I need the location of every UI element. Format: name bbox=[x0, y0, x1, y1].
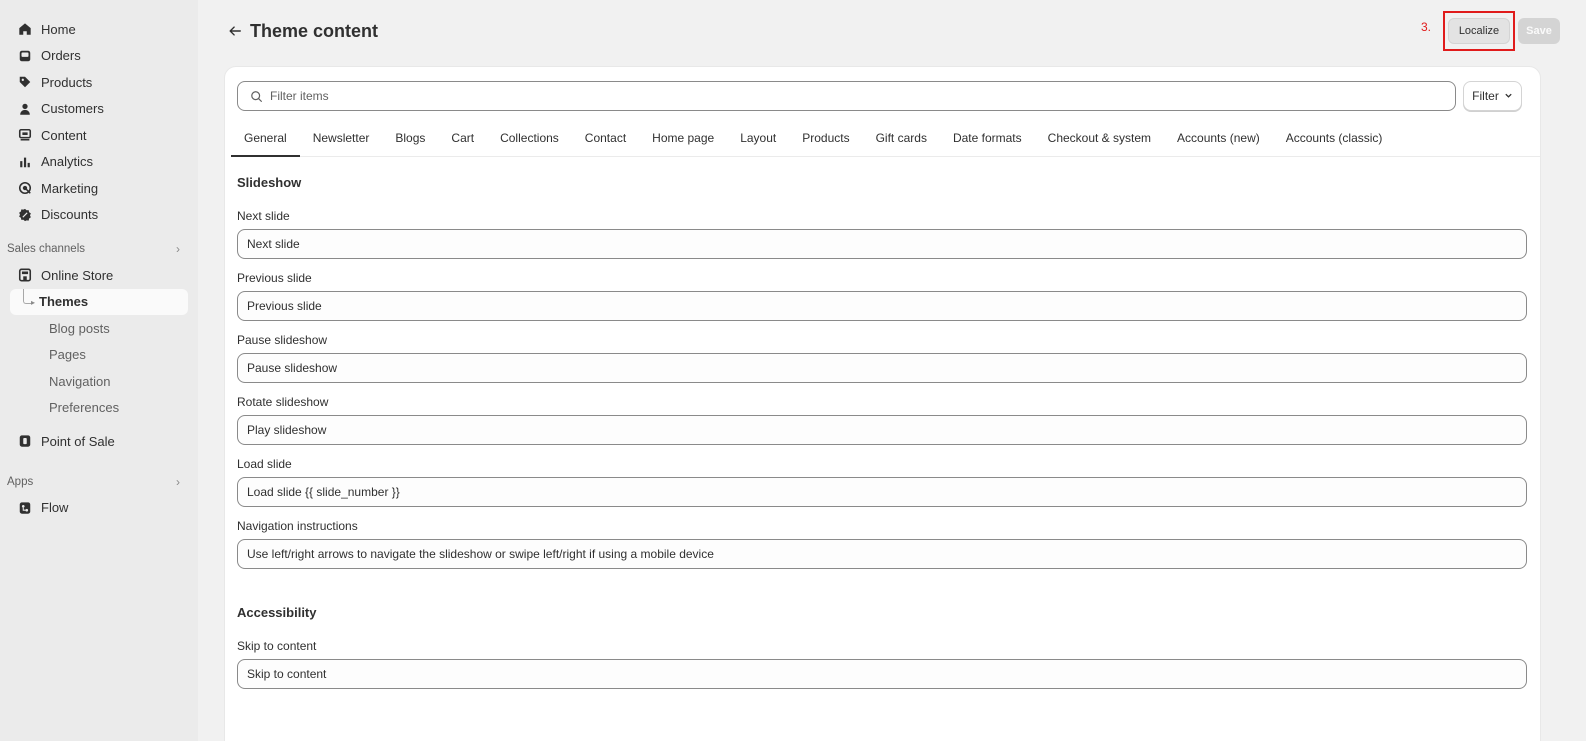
save-button[interactable]: Save bbox=[1518, 18, 1560, 44]
header-actions: 3. Localize Save bbox=[1421, 11, 1560, 51]
content-icon bbox=[18, 128, 32, 142]
field-label: Load slide bbox=[237, 457, 292, 471]
flow-icon bbox=[18, 501, 32, 515]
page-header: Theme content 3. Localize Save bbox=[226, 11, 1560, 51]
field-label: Previous slide bbox=[237, 271, 312, 285]
section-title-accessibility: Accessibility bbox=[237, 605, 317, 620]
sales-channels-label: Sales channels bbox=[7, 243, 85, 255]
sidebar-item-label: Flow bbox=[41, 500, 69, 516]
step-annotation: 3. bbox=[1420, 20, 1431, 34]
sidebar-item-customers[interactable]: Customers bbox=[0, 96, 188, 123]
tab-gift-cards[interactable]: Gift cards bbox=[863, 119, 940, 156]
field-label: Skip to content bbox=[237, 639, 317, 653]
sidebar-item-content[interactable]: Content bbox=[0, 122, 188, 149]
tab-blogs[interactable]: Blogs bbox=[382, 119, 438, 156]
sidebar-item-analytics[interactable]: Analytics bbox=[0, 149, 188, 176]
filter-items-input[interactable] bbox=[270, 89, 1455, 103]
sidebar-subitem-label: Blog posts bbox=[49, 320, 110, 336]
discount-icon bbox=[18, 208, 32, 222]
content-form: Slideshow Next slide Previous slide Paus… bbox=[237, 175, 1527, 689]
sidebar-item-label: Marketing bbox=[41, 180, 99, 196]
inbox-icon bbox=[18, 49, 32, 63]
tab-home-page[interactable]: Home page bbox=[639, 119, 727, 156]
sidebar-item-home[interactable]: Home bbox=[0, 16, 188, 43]
pos-icon bbox=[18, 434, 32, 448]
tab-checkout-system[interactable]: Checkout & system bbox=[1035, 119, 1164, 156]
person-icon bbox=[18, 102, 32, 116]
tab-collections[interactable]: Collections bbox=[487, 119, 572, 156]
tree-arrow-icon: ▸ bbox=[31, 297, 36, 307]
home-icon bbox=[18, 22, 32, 36]
apps-header[interactable]: Apps › bbox=[0, 469, 198, 495]
sidebar-item-label: Home bbox=[41, 21, 76, 37]
chevron-right-icon: › bbox=[176, 474, 180, 489]
next-slide-input[interactable] bbox=[237, 229, 1527, 259]
sidebar-item-marketing[interactable]: Marketing bbox=[0, 175, 188, 202]
sidebar-subitem-navigation[interactable]: Navigation bbox=[10, 368, 188, 395]
theme-content-card: Filter General Newsletter Blogs Cart Col… bbox=[224, 66, 1541, 741]
sidebar-item-orders[interactable]: Orders bbox=[0, 43, 188, 70]
tab-general[interactable]: General bbox=[231, 119, 300, 157]
target-icon bbox=[18, 181, 32, 195]
navigation-instructions-input[interactable] bbox=[237, 539, 1527, 569]
tab-date-formats[interactable]: Date formats bbox=[940, 119, 1035, 156]
section-title-slideshow: Slideshow bbox=[237, 175, 302, 190]
sidebar-item-label: Customers bbox=[41, 101, 104, 117]
category-tabs: General Newsletter Blogs Cart Collection… bbox=[231, 119, 1540, 157]
sidebar-item-online-store[interactable]: Online Store bbox=[0, 262, 188, 289]
field-label: Rotate slideshow bbox=[237, 395, 329, 409]
sales-channels-header[interactable]: Sales channels › bbox=[0, 236, 198, 262]
tab-newsletter[interactable]: Newsletter bbox=[300, 119, 383, 156]
filter-button-label: Filter bbox=[1472, 89, 1499, 103]
field-label: Next slide bbox=[237, 209, 290, 223]
previous-slide-input[interactable] bbox=[237, 291, 1527, 321]
sidebar: Home Orders Products Customers Content A… bbox=[0, 0, 198, 741]
sidebar-subitem-label: Preferences bbox=[49, 400, 120, 416]
tag-icon bbox=[18, 75, 32, 89]
sidebar-item-label: Online Store bbox=[41, 267, 114, 283]
filter-button[interactable]: Filter bbox=[1463, 81, 1522, 111]
field-label: Pause slideshow bbox=[237, 333, 328, 347]
sidebar-item-flow[interactable]: Flow bbox=[0, 495, 188, 522]
sidebar-subitem-label: Pages bbox=[49, 347, 86, 363]
back-arrow-icon[interactable] bbox=[226, 22, 244, 40]
skip-to-content-input[interactable] bbox=[237, 659, 1527, 689]
localize-button[interactable]: Localize bbox=[1448, 18, 1510, 44]
sidebar-item-label: Orders bbox=[41, 48, 81, 64]
sidebar-subitem-blog-posts[interactable]: Blog posts bbox=[10, 315, 188, 342]
sidebar-subitem-label: Themes bbox=[39, 294, 89, 310]
store-icon bbox=[18, 268, 32, 282]
filter-search-box[interactable] bbox=[237, 81, 1456, 111]
tab-contact[interactable]: Contact bbox=[572, 119, 639, 156]
filter-row: Filter bbox=[237, 81, 1522, 111]
sidebar-item-products[interactable]: Products bbox=[0, 69, 188, 96]
sidebar-subitem-themes[interactable]: ▸ Themes bbox=[10, 288, 188, 315]
search-icon bbox=[251, 90, 262, 102]
tab-cart[interactable]: Cart bbox=[438, 119, 487, 156]
chevron-down-icon bbox=[1504, 91, 1513, 102]
rotate-slideshow-input[interactable] bbox=[237, 415, 1527, 445]
sidebar-item-label: Products bbox=[41, 74, 93, 90]
bar-chart-icon bbox=[18, 155, 32, 169]
sidebar-subitem-preferences[interactable]: Preferences bbox=[10, 395, 188, 422]
pause-slideshow-input[interactable] bbox=[237, 353, 1527, 383]
tab-accounts-new[interactable]: Accounts (new) bbox=[1164, 119, 1273, 156]
tab-layout[interactable]: Layout bbox=[727, 119, 789, 156]
sidebar-item-point-of-sale[interactable]: Point of Sale bbox=[0, 428, 188, 455]
chevron-right-icon: › bbox=[176, 242, 180, 256]
tab-products[interactable]: Products bbox=[789, 119, 862, 156]
localize-highlight-box: Localize bbox=[1443, 11, 1515, 51]
load-slide-input[interactable] bbox=[237, 477, 1527, 507]
field-label: Navigation instructions bbox=[237, 519, 358, 533]
tab-accounts-classic[interactable]: Accounts (classic) bbox=[1273, 119, 1396, 156]
sidebar-subitem-pages[interactable]: Pages bbox=[10, 342, 188, 369]
sidebar-item-label: Discounts bbox=[41, 207, 99, 223]
sidebar-item-label: Content bbox=[41, 127, 87, 143]
sidebar-item-label: Analytics bbox=[41, 154, 94, 170]
sidebar-item-label: Point of Sale bbox=[41, 433, 115, 449]
sidebar-item-discounts[interactable]: Discounts bbox=[0, 202, 188, 229]
sidebar-subitem-label: Navigation bbox=[49, 373, 111, 389]
page-title: Theme content bbox=[250, 20, 379, 41]
apps-label: Apps bbox=[7, 475, 34, 488]
